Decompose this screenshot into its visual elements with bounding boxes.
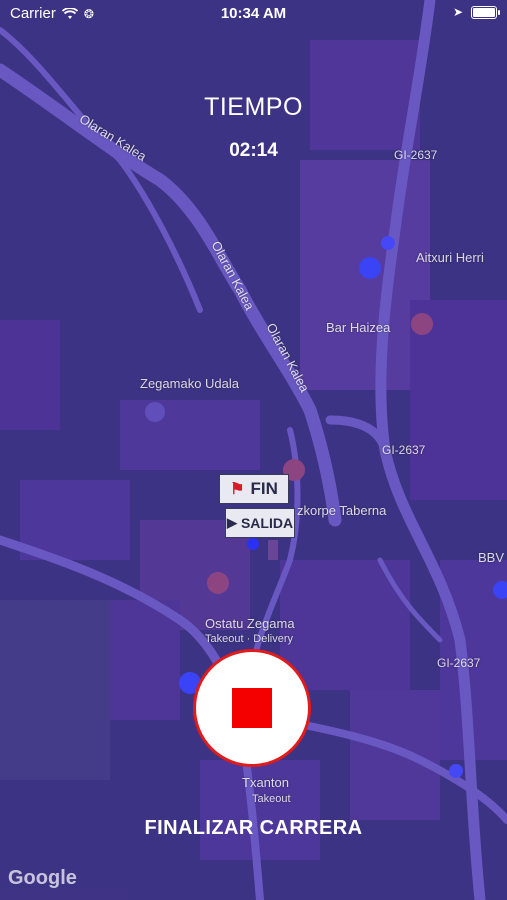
battery-icon	[471, 5, 500, 19]
place-sublabel: Takeout · Delivery	[205, 633, 294, 645]
salida-label: SALIDA	[240, 515, 294, 531]
place-sublabel: Takeout	[252, 793, 291, 805]
screen: Olaran Kalea Olaran Kalea Olaran Kalea G…	[0, 0, 507, 900]
place-label: Txanton	[242, 775, 289, 790]
stop-button[interactable]	[193, 649, 311, 767]
place-label: Aitxuri Herri	[416, 250, 484, 265]
finish-race-label[interactable]: FINALIZAR CARRERA	[0, 817, 507, 840]
stop-icon	[232, 688, 272, 728]
google-logo[interactable]: Google	[8, 867, 77, 890]
place-label: BBV	[478, 550, 505, 565]
place-label: zkorpe Taberna	[297, 503, 387, 518]
status-time: 10:34 AM	[220, 5, 287, 22]
play-icon: ▶	[226, 515, 237, 530]
road-label: GI-2637	[382, 443, 426, 457]
fin-label: FIN	[250, 479, 278, 498]
road-label: GI-2637	[437, 656, 481, 670]
place-label: Ostatu Zegama	[205, 616, 295, 631]
status-right: ➤	[452, 5, 500, 19]
salida-marker: ▶ SALIDA	[225, 508, 295, 538]
status-bar: Carrier ❂ 10:34 AM ➤	[0, 0, 507, 28]
place-label: Zegamako Udala	[140, 376, 239, 391]
route-marker: ⚑ FIN ▶ SALIDA	[219, 474, 295, 540]
fin-marker: ⚑ FIN	[219, 474, 289, 504]
timer-value: 02:14	[229, 140, 278, 161]
place-label: Bar Haizea	[326, 320, 391, 335]
timer-title: TIEMPO	[204, 93, 303, 121]
flag-icon: ⚑	[230, 481, 245, 498]
location-arrow-icon: ➤	[452, 5, 463, 19]
